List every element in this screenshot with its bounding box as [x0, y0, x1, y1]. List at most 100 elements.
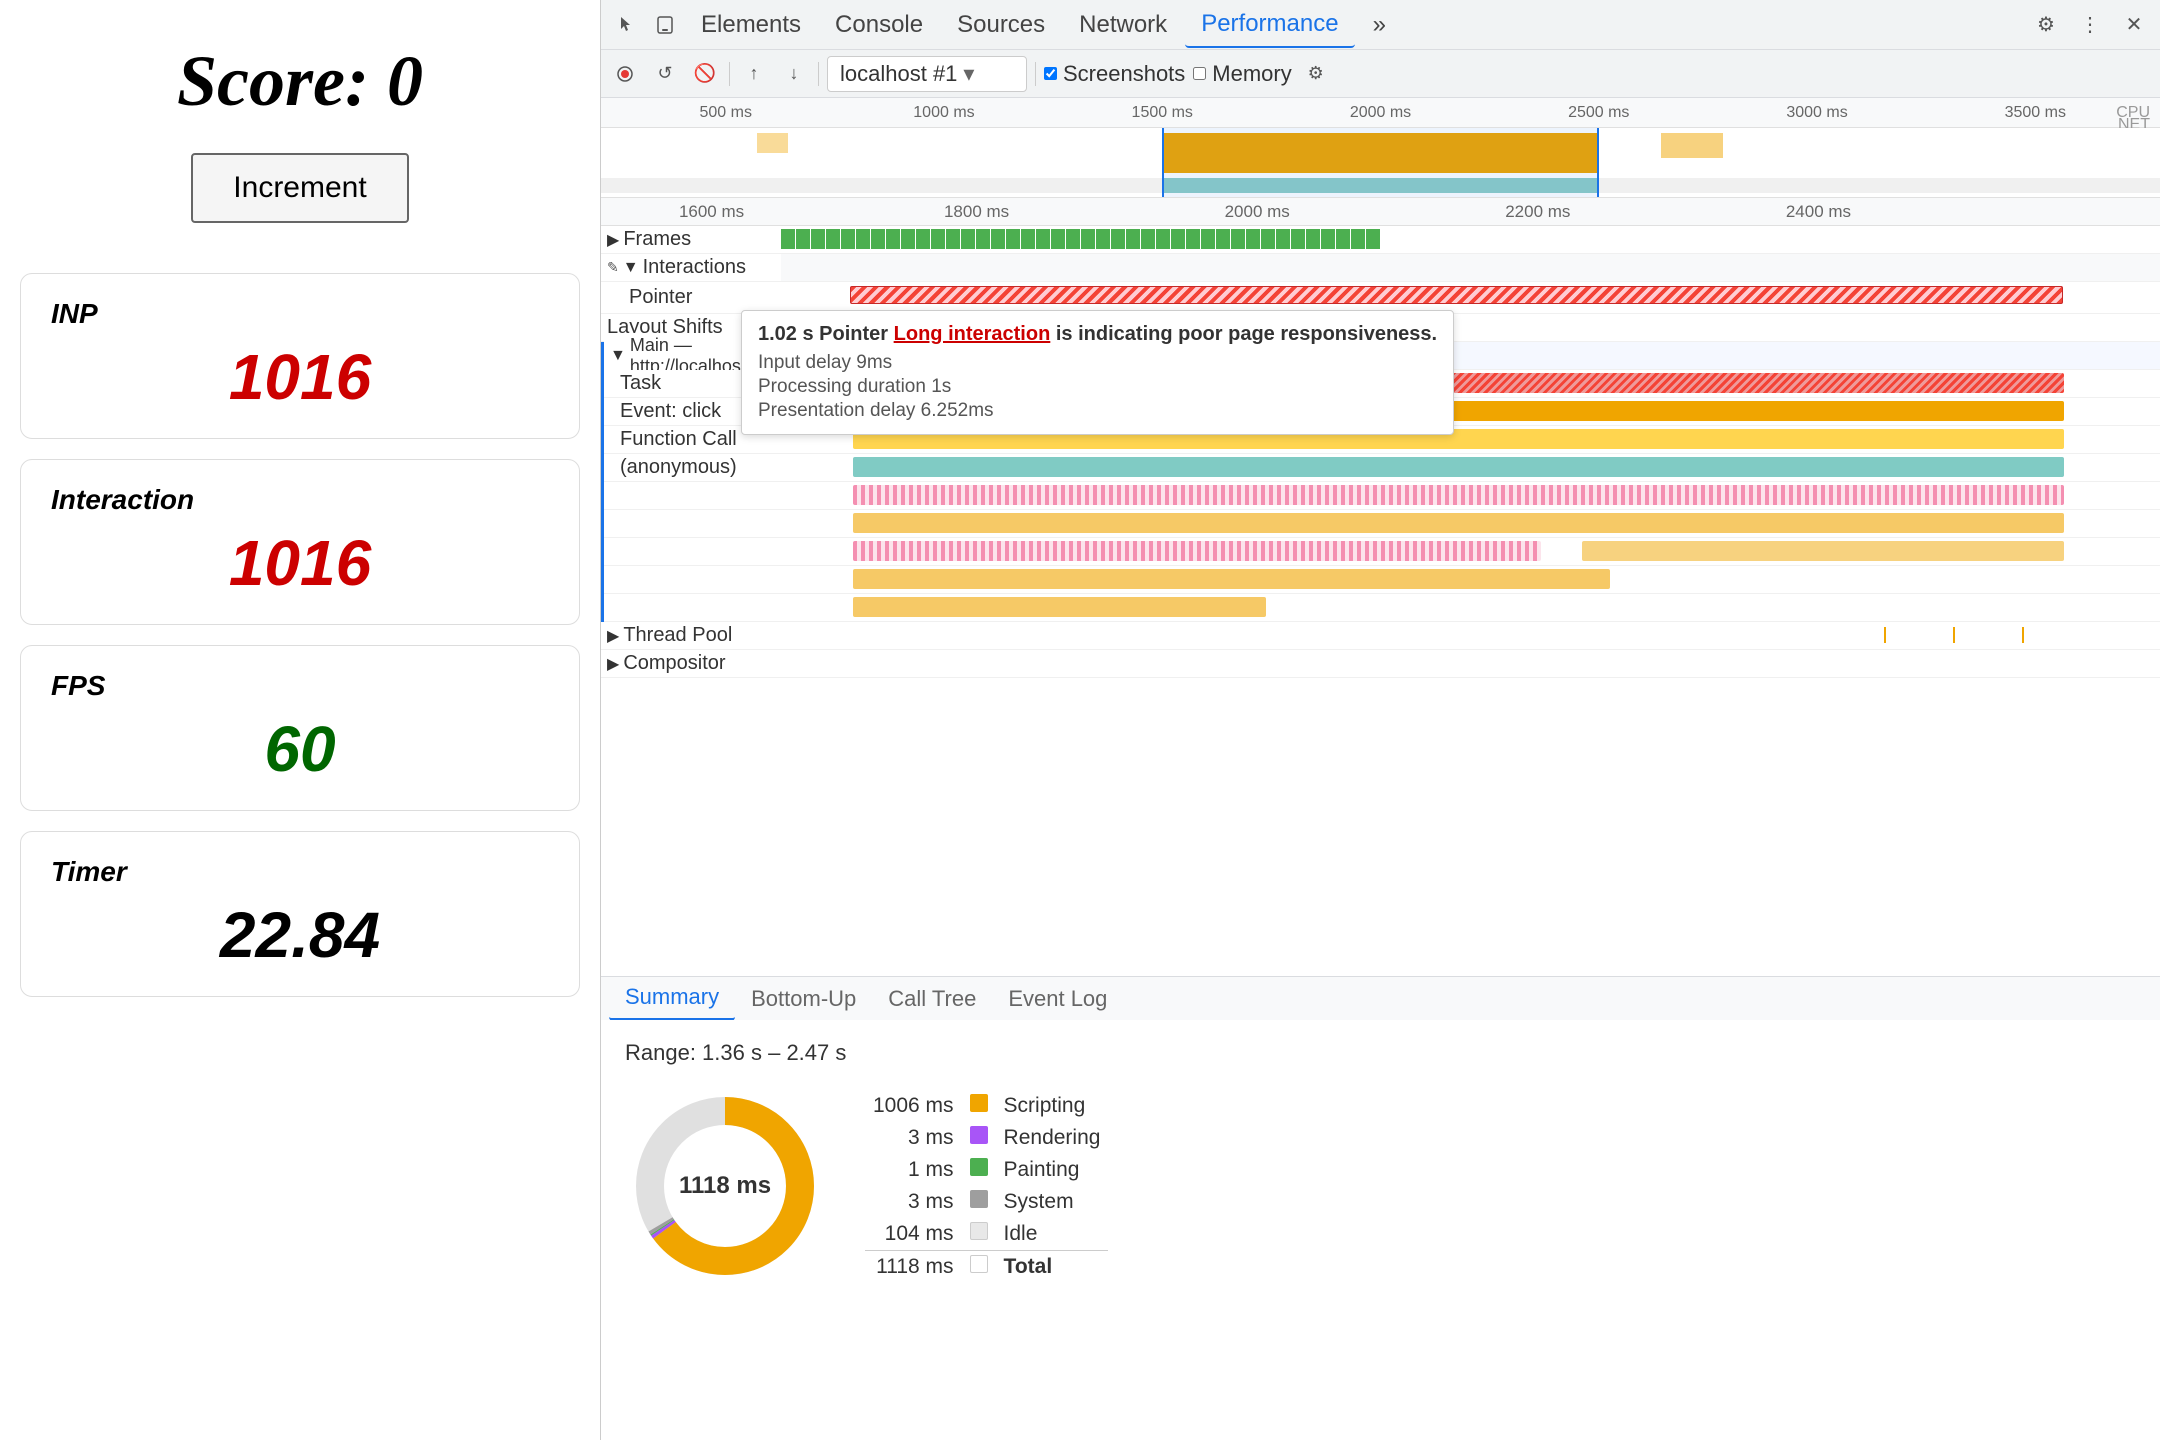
more-options-icon[interactable]: ⋮: [2072, 7, 2108, 43]
compositor-label[interactable]: ▶ Compositor: [601, 650, 781, 677]
flamegraph-row-3-label: [604, 550, 784, 554]
frame-block: [886, 229, 900, 249]
timeline-ruler: 500 ms 1000 ms 1500 ms 2000 ms 2500 ms 3…: [601, 98, 2160, 128]
screenshots-checkbox-label[interactable]: Screenshots: [1044, 61, 1185, 87]
settings-icon[interactable]: ⚙: [2028, 7, 2064, 43]
clear-button[interactable]: 🚫: [689, 58, 721, 90]
tab-sources[interactable]: Sources: [941, 3, 1061, 47]
download-button[interactable]: ↓: [778, 58, 810, 90]
tab-console[interactable]: Console: [819, 3, 939, 47]
increment-button[interactable]: Increment: [191, 153, 408, 223]
thread-pool-label-text: Thread Pool: [623, 624, 732, 647]
frames-label[interactable]: ▶ Frames: [601, 226, 781, 253]
close-icon[interactable]: ✕: [2116, 7, 2152, 43]
tab-event-log[interactable]: Event Log: [992, 978, 1123, 1020]
pink-bar-3[interactable]: [853, 541, 1541, 561]
devtools-tab-group: Elements Console Sources Network Perform…: [609, 2, 2024, 48]
thread-pool-mark-2: [1953, 627, 1955, 643]
thread-pool-label[interactable]: ▶ Thread Pool: [601, 622, 781, 649]
legend-row-total: 1118 ms Total: [865, 1250, 1108, 1283]
frame-block: [856, 229, 870, 249]
thread-pool-content: [781, 622, 2160, 650]
frame-block: [1276, 229, 1290, 249]
flamegraph-row-5: [604, 594, 2160, 622]
main-expand-icon[interactable]: ▼: [610, 347, 626, 365]
rendering-color-swatch: [970, 1126, 988, 1144]
idle-color-cell: [962, 1218, 996, 1251]
timer-value: 22.84: [51, 898, 549, 972]
compositor-row: ▶ Compositor: [601, 650, 2160, 678]
upload-button[interactable]: ↑: [738, 58, 770, 90]
timer-label: Timer: [51, 856, 549, 888]
memory-label: Memory: [1212, 61, 1291, 87]
flamegraph-row-3-content: [784, 538, 2160, 566]
frame-block: [1351, 229, 1365, 249]
anonymous-bar[interactable]: [853, 457, 2064, 477]
interaction-tooltip: 1.02 s Pointer Long interaction is indic…: [741, 310, 1454, 435]
pointer-content: [781, 282, 2160, 313]
frame-block: [1231, 229, 1245, 249]
tab-more[interactable]: »: [1357, 3, 1402, 47]
frame-block: [1096, 229, 1110, 249]
cursor-icon[interactable]: [609, 7, 645, 43]
ruler-500ms: 500 ms: [699, 104, 751, 122]
overview-timeline: 500 ms 1000 ms 1500 ms 2000 ms 2500 ms 3…: [601, 98, 2160, 198]
processing-label: Processing duration: [758, 376, 926, 397]
fps-value: 60: [51, 712, 549, 786]
frame-block: [1051, 229, 1065, 249]
interaction-card: Interaction 1016: [20, 459, 580, 625]
anonymous-row: (anonymous): [604, 454, 2160, 482]
flamegraph-row-5-content: [784, 594, 2160, 622]
gold-row-1: [604, 510, 2160, 538]
pink-bar-1[interactable]: [853, 485, 2064, 505]
frame-block: [961, 229, 975, 249]
short-gold-bar[interactable]: [853, 597, 1266, 617]
tooltip-link[interactable]: Long interaction: [894, 323, 1051, 345]
compositor-expand-icon[interactable]: ▶: [607, 654, 619, 674]
function-call-label-text: Function Call: [620, 428, 737, 451]
tooltip-title: 1.02 s Pointer Long interaction is indic…: [758, 323, 1437, 346]
separator-2: [818, 62, 819, 86]
gold-bar-4[interactable]: [853, 569, 1610, 589]
painting-color-swatch: [970, 1158, 988, 1176]
thread-pool-mark-3: [2022, 627, 2024, 643]
tab-bottom-up[interactable]: Bottom-Up: [735, 978, 872, 1020]
frame-block: [1321, 229, 1335, 249]
pointer-bar[interactable]: [850, 286, 2064, 304]
tab-summary[interactable]: Summary: [609, 976, 735, 1021]
gold-bar-3[interactable]: [1582, 541, 2064, 561]
interaction-label: Interaction: [51, 484, 549, 516]
legend-row-idle: 104 ms Idle: [865, 1218, 1108, 1251]
zoom-1600ms: 1600 ms: [679, 202, 744, 222]
ruler-3000ms: 3000 ms: [1786, 104, 1847, 122]
screenshots-checkbox[interactable]: [1044, 67, 1057, 80]
frame-block: [1141, 229, 1155, 249]
interactions-header-label[interactable]: ✎ ▼ Interactions: [601, 254, 781, 281]
interactions-expand-icon[interactable]: ▼: [623, 259, 639, 277]
tab-performance[interactable]: Performance: [1185, 2, 1354, 48]
record-button[interactable]: [609, 58, 641, 90]
inp-label: INP: [51, 298, 549, 330]
url-dropdown-icon[interactable]: ▾: [963, 61, 974, 87]
toolbar-settings-icon[interactable]: ⚙: [1300, 58, 1332, 90]
tab-elements[interactable]: Elements: [685, 3, 817, 47]
ruler-1500ms: 1500 ms: [1132, 104, 1193, 122]
interactions-label-text: Interactions: [643, 256, 746, 279]
url-bar[interactable]: localhost #1 ▾: [827, 56, 1027, 92]
memory-checkbox-label[interactable]: Memory: [1193, 61, 1291, 87]
pointer-label-text: Pointer: [629, 286, 692, 309]
frames-expand-icon[interactable]: ▶: [607, 230, 619, 250]
gold-bar-2[interactable]: [853, 513, 2064, 533]
summary-content: 1118 ms 1006 ms Scripting 3 ms Rendering: [625, 1086, 2136, 1286]
gold-row-1-content: [784, 510, 2160, 538]
tab-network[interactable]: Network: [1063, 3, 1183, 47]
inp-value: 1016: [51, 340, 549, 414]
device-icon[interactable]: [647, 7, 683, 43]
pointer-label[interactable]: Pointer: [601, 284, 781, 311]
tab-call-tree[interactable]: Call Tree: [872, 978, 992, 1020]
memory-checkbox[interactable]: [1193, 67, 1206, 80]
thread-pool-expand-icon[interactable]: ▶: [607, 626, 619, 646]
reload-button[interactable]: ↺: [649, 58, 681, 90]
frame-block: [871, 229, 885, 249]
devtools-topbar: Elements Console Sources Network Perform…: [601, 0, 2160, 50]
